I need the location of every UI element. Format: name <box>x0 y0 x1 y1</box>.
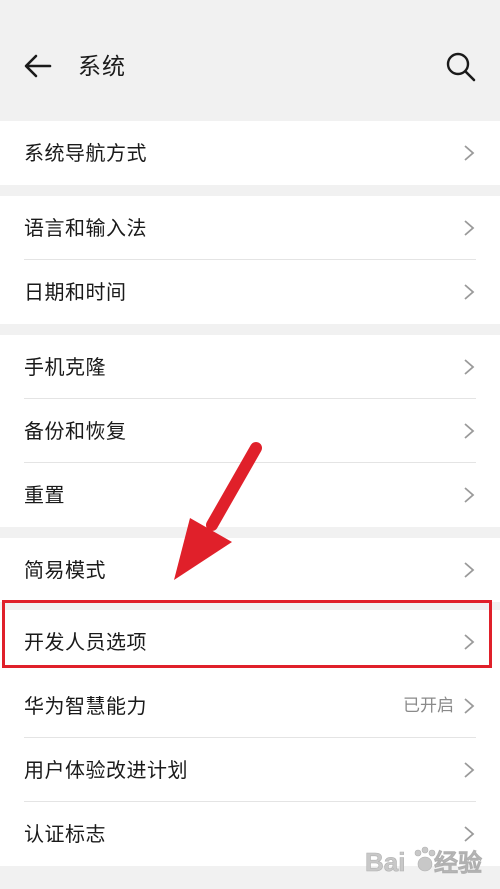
highlight-box <box>2 600 492 668</box>
chevron-right-icon <box>464 423 475 439</box>
chevron-right-icon <box>464 220 475 236</box>
chevron-right-icon <box>464 359 475 375</box>
setting-item-label: 重置 <box>24 483 65 507</box>
setting-item-label: 认证标志 <box>24 822 106 846</box>
app-bar: 系统 <box>0 0 500 100</box>
status-text: 已开启 <box>403 696 454 716</box>
setting-item-label: 系统导航方式 <box>24 141 147 165</box>
setting-item-label: 华为智慧能力 <box>24 694 147 718</box>
chevron-right-icon <box>464 487 475 503</box>
baidu-jingyan-watermark: Bai 经验 <box>365 846 482 877</box>
search-icon[interactable] <box>444 50 478 84</box>
chevron-right-icon <box>464 762 475 778</box>
setting-item-language-input[interactable]: 语言和输入法 <box>0 196 500 260</box>
chevron-right-icon <box>464 562 475 578</box>
setting-item-label: 简易模式 <box>24 558 106 582</box>
setting-item-label: 用户体验改进计划 <box>24 758 188 782</box>
red-arrow-annotation <box>174 442 262 580</box>
back-arrow-icon[interactable] <box>22 50 54 82</box>
setting-item-huawei-intelligence[interactable]: 华为智慧能力 已开启 <box>0 674 500 738</box>
page-title: 系统 <box>78 54 126 80</box>
svg-text:经验: 经验 <box>434 849 482 877</box>
chevron-right-icon <box>464 698 475 714</box>
svg-text:Bai: Bai <box>365 847 405 877</box>
setting-item-navigation[interactable]: 系统导航方式 <box>0 121 500 185</box>
chevron-right-icon <box>464 284 475 300</box>
setting-item-label: 备份和恢复 <box>24 419 127 443</box>
setting-item-label: 语言和输入法 <box>24 216 147 240</box>
setting-item-user-experience[interactable]: 用户体验改进计划 <box>0 738 500 802</box>
settings-group-navigation: 系统导航方式 <box>0 121 500 185</box>
setting-item-phone-clone[interactable]: 手机克隆 <box>0 335 500 399</box>
chevron-right-icon <box>464 145 475 161</box>
settings-group-language: 语言和输入法 日期和时间 <box>0 196 500 324</box>
setting-item-label: 手机克隆 <box>24 355 106 379</box>
setting-item-label: 日期和时间 <box>24 280 127 304</box>
setting-item-date-time[interactable]: 日期和时间 <box>0 260 500 324</box>
